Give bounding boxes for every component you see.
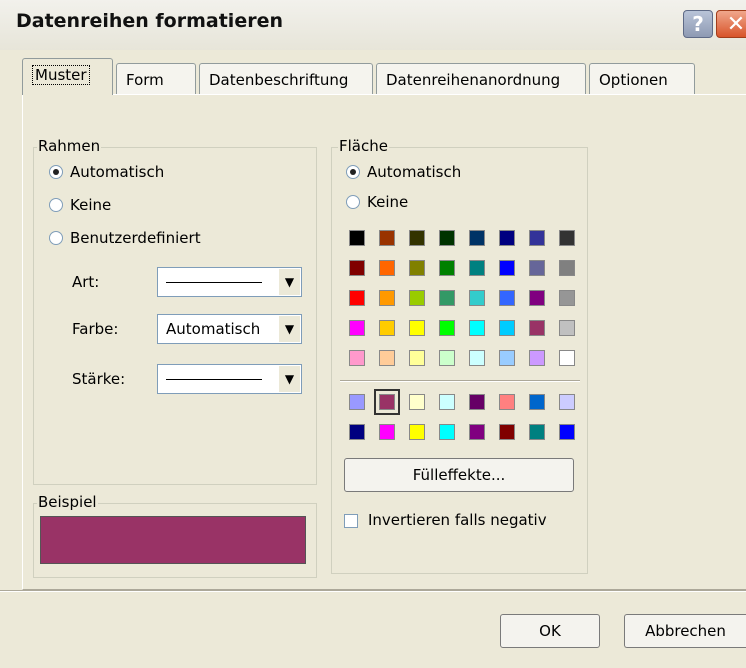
color-swatch[interactable] — [499, 260, 515, 276]
fill-effects-button[interactable]: Fülleffekte... — [344, 458, 574, 492]
color-swatch[interactable] — [469, 394, 485, 410]
color-swatch[interactable] — [529, 230, 545, 246]
chart-color-palette — [342, 389, 582, 450]
invert-checkbox[interactable] — [344, 514, 358, 528]
color-swatch[interactable] — [409, 350, 425, 366]
color-swatch[interactable] — [379, 260, 395, 276]
art-select[interactable]: ▼ — [157, 267, 302, 297]
color-swatch[interactable] — [439, 230, 455, 246]
color-swatch[interactable] — [529, 290, 545, 306]
art-label: Art: — [72, 273, 100, 291]
label-rahmen-automatisch: Automatisch — [70, 163, 165, 181]
invert-label: Invertieren falls negativ — [368, 511, 547, 529]
cancel-button[interactable]: Abbrechen — [624, 614, 746, 648]
staerke-select[interactable]: ▼ — [157, 364, 302, 394]
color-swatch[interactable] — [559, 424, 575, 440]
radio-rahmen-benutzerdefiniert[interactable] — [49, 231, 63, 245]
color-swatch[interactable] — [559, 230, 575, 246]
color-swatch[interactable] — [469, 260, 485, 276]
color-swatch[interactable] — [469, 290, 485, 306]
farbe-select[interactable]: Automatisch ▼ — [157, 314, 302, 344]
color-swatch[interactable] — [469, 424, 485, 440]
radio-rahmen-automatisch[interactable] — [49, 165, 63, 179]
flaeche-legend: Fläche — [338, 137, 389, 155]
line-weight-preview — [166, 379, 262, 380]
color-palette — [342, 226, 582, 376]
color-swatch[interactable] — [379, 350, 395, 366]
color-swatch[interactable] — [439, 424, 455, 440]
color-swatch[interactable] — [409, 424, 425, 440]
close-button[interactable]: ✕ — [716, 10, 746, 38]
tab-muster[interactable]: Muster — [22, 58, 113, 95]
color-swatch[interactable] — [379, 320, 395, 336]
color-swatch[interactable] — [349, 424, 365, 440]
color-swatch[interactable] — [409, 320, 425, 336]
color-swatch[interactable] — [409, 290, 425, 306]
color-swatch[interactable] — [469, 350, 485, 366]
color-swatch[interactable] — [349, 260, 365, 276]
color-swatch[interactable] — [439, 260, 455, 276]
beispiel-legend: Beispiel — [37, 493, 98, 511]
chevron-down-icon[interactable]: ▼ — [278, 366, 300, 392]
label-flaeche-keine: Keine — [367, 193, 409, 211]
window-title: Datenreihen formatieren — [16, 10, 283, 32]
chevron-down-icon[interactable]: ▼ — [278, 316, 300, 342]
color-swatch[interactable] — [559, 394, 575, 410]
color-swatch[interactable] — [439, 320, 455, 336]
color-swatch[interactable] — [409, 260, 425, 276]
sample-preview — [40, 516, 306, 564]
radio-flaeche-keine[interactable] — [346, 195, 360, 209]
color-swatch[interactable] — [349, 320, 365, 336]
color-swatch[interactable] — [469, 320, 485, 336]
color-swatch[interactable] — [349, 290, 365, 306]
color-swatch[interactable] — [499, 290, 515, 306]
line-style-preview — [166, 282, 262, 283]
color-swatch[interactable] — [559, 260, 575, 276]
color-swatch[interactable] — [379, 424, 395, 440]
chevron-down-icon[interactable]: ▼ — [278, 269, 300, 295]
color-swatch[interactable] — [439, 350, 455, 366]
color-swatch[interactable] — [439, 290, 455, 306]
color-swatch[interactable] — [529, 260, 545, 276]
staerke-label: Stärke: — [72, 370, 126, 388]
color-swatch[interactable] — [379, 290, 395, 306]
farbe-label: Farbe: — [72, 320, 119, 338]
color-swatch[interactable] — [469, 230, 485, 246]
color-swatch[interactable] — [409, 230, 425, 246]
tab-datenbeschriftung[interactable]: Datenbeschriftung — [199, 63, 373, 94]
ok-button[interactable]: OK — [500, 614, 600, 648]
color-swatch[interactable] — [349, 350, 365, 366]
color-swatch[interactable] — [379, 230, 395, 246]
color-swatch[interactable] — [499, 350, 515, 366]
label-rahmen-benutzerdefiniert: Benutzerdefiniert — [70, 229, 201, 247]
farbe-value: Automatisch — [166, 320, 261, 338]
color-swatch-selected[interactable] — [374, 389, 400, 415]
color-swatch[interactable] — [559, 320, 575, 336]
color-swatch[interactable] — [349, 394, 365, 410]
color-swatch[interactable] — [529, 424, 545, 440]
color-swatch[interactable] — [529, 320, 545, 336]
rahmen-legend: Rahmen — [37, 137, 102, 155]
color-swatch[interactable] — [529, 394, 545, 410]
color-swatch[interactable] — [439, 394, 455, 410]
color-swatch[interactable] — [409, 394, 425, 410]
radio-rahmen-keine[interactable] — [49, 198, 63, 212]
color-swatch[interactable] — [559, 350, 575, 366]
color-swatch[interactable] — [559, 290, 575, 306]
palette-divider — [340, 380, 580, 382]
color-swatch[interactable] — [499, 424, 515, 440]
color-swatch[interactable] — [499, 320, 515, 336]
help-button[interactable]: ? — [683, 10, 713, 38]
label-rahmen-keine: Keine — [70, 196, 112, 214]
label-flaeche-automatisch: Automatisch — [367, 163, 462, 181]
color-swatch[interactable] — [529, 350, 545, 366]
color-swatch[interactable] — [349, 230, 365, 246]
radio-flaeche-automatisch[interactable] — [346, 165, 360, 179]
footer-divider — [0, 590, 746, 592]
tab-optionen[interactable]: Optionen — [589, 63, 695, 94]
tab-datenreihenanordnung[interactable]: Datenreihenanordnung — [376, 63, 586, 94]
color-swatch[interactable] — [499, 230, 515, 246]
tab-form[interactable]: Form — [116, 63, 196, 94]
color-swatch[interactable] — [499, 394, 515, 410]
